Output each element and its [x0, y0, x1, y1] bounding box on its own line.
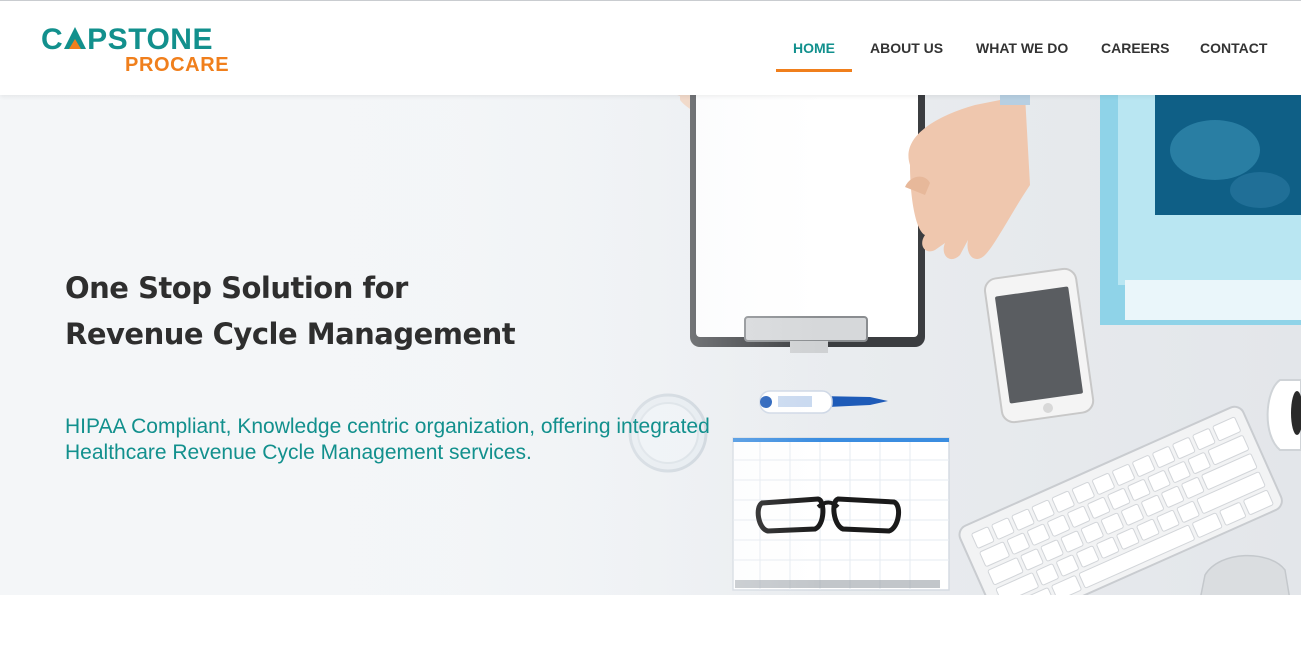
site-header: C PSTONE PROCARE HOME ABOUT US WHAT WE DO…: [0, 0, 1301, 95]
hero-banner: One Stop Solution for Revenue Cycle Mana…: [0, 95, 1301, 595]
nav-what-we-do[interactable]: WHAT WE DO: [976, 38, 1068, 62]
nav-contact[interactable]: CONTACT: [1200, 38, 1267, 62]
xray-film-image: [1100, 95, 1301, 325]
hero-subtitle: HIPAA Compliant, Knowledge centric organ…: [65, 414, 785, 466]
nav-home[interactable]: HOME: [793, 38, 835, 62]
hero-title: One Stop Solution for Revenue Cycle Mana…: [65, 265, 625, 357]
hero-title-line-2: Revenue Cycle Management: [65, 317, 516, 351]
nav-careers[interactable]: CAREERS: [1101, 38, 1169, 62]
hero-title-line-1: One Stop Solution for: [65, 271, 408, 305]
nav-about-us[interactable]: ABOUT US: [870, 38, 943, 62]
hero-subtitle-line-2: Healthcare Revenue Cycle Management serv…: [65, 441, 532, 464]
main-nav: HOME ABOUT US WHAT WE DO CAREERS CONTACT: [0, 38, 1301, 62]
coffee-mug-image: [1266, 379, 1301, 451]
smartphone-image: [983, 267, 1095, 424]
hero-subtitle-line-1: HIPAA Compliant, Knowledge centric organ…: [65, 415, 710, 438]
content-area: [0, 595, 1301, 659]
active-nav-underline: [776, 69, 852, 72]
mouse-image: [1200, 554, 1290, 595]
